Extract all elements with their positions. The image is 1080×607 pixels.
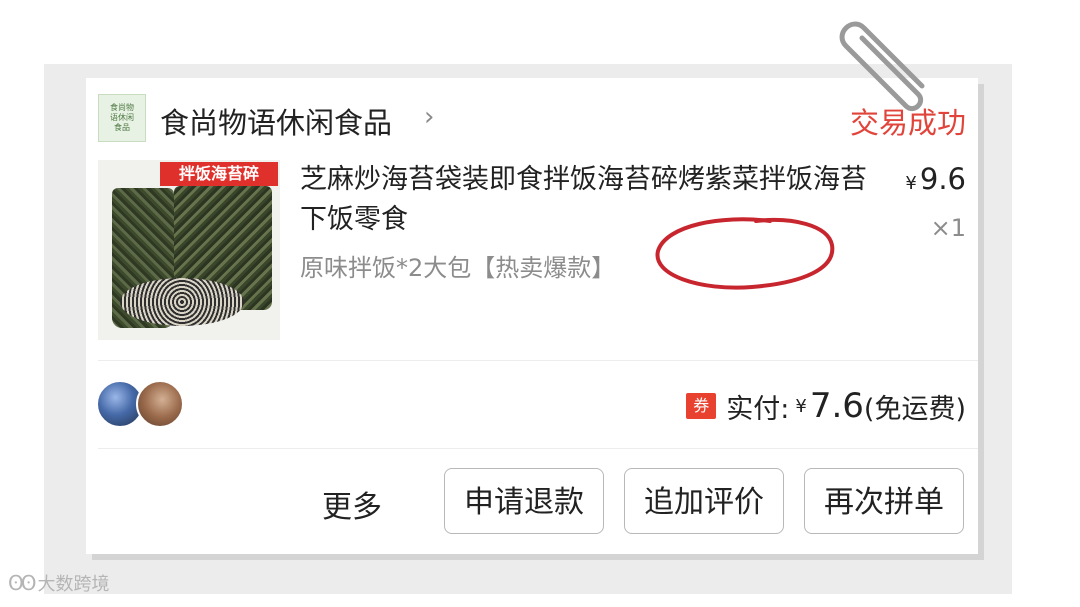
product-thumbnail[interactable]: 拌饭海苔碎 (98, 160, 280, 340)
shipping-note: (免运费) (863, 393, 966, 425)
watermark: ʘʘ 大数跨境 (8, 570, 109, 596)
paid-currency: ¥ (795, 395, 807, 417)
coupon-icon: 券 (686, 393, 717, 419)
product-price: ¥9.6 (905, 162, 966, 196)
more-button[interactable]: 更多 (322, 482, 382, 526)
paperclip-icon (839, 21, 925, 112)
hand-drawn-circle (655, 217, 835, 290)
divider (98, 360, 978, 361)
avatar[interactable] (136, 380, 184, 428)
paid-summary: 券 实付: ¥ 7.6 (免运费) (686, 386, 966, 426)
shop-logo-line-1: 食尚物 (110, 103, 134, 112)
refund-button[interactable]: 申请退款 (444, 468, 604, 534)
price-value: 9.6 (919, 162, 966, 196)
product-quantity: ×1 (930, 214, 966, 242)
shop-logo-line-2: 语休闲 (110, 113, 134, 122)
paid-label: 实付: (726, 393, 790, 425)
divider (98, 448, 978, 449)
price-currency: ¥ (905, 173, 917, 194)
chevron-right-icon[interactable]: › (424, 102, 434, 132)
shop-logo[interactable]: 食尚物 语休闲 食品 (98, 94, 146, 142)
watermark-text: 大数跨境 (37, 574, 110, 595)
paid-amount: 7.6 (809, 386, 864, 426)
thumbnail-plate (120, 278, 244, 326)
order-card: 食尚物 语休闲 食品 食尚物语休闲食品 › 交易成功 拌饭海苔碎 芝麻炒海苔袋装… (86, 78, 978, 554)
shop-name[interactable]: 食尚物语休闲食品 (160, 100, 392, 142)
shop-logo-line-3: 食品 (114, 123, 130, 132)
watermark-logo-icon: ʘʘ (8, 571, 37, 595)
thumbnail-banner: 拌饭海苔碎 (160, 162, 278, 186)
product-spec: 原味拌饭*2大包【热卖爆款】 (300, 254, 616, 282)
reorder-button[interactable]: 再次拼单 (804, 468, 964, 534)
add-review-button[interactable]: 追加评价 (624, 468, 784, 534)
